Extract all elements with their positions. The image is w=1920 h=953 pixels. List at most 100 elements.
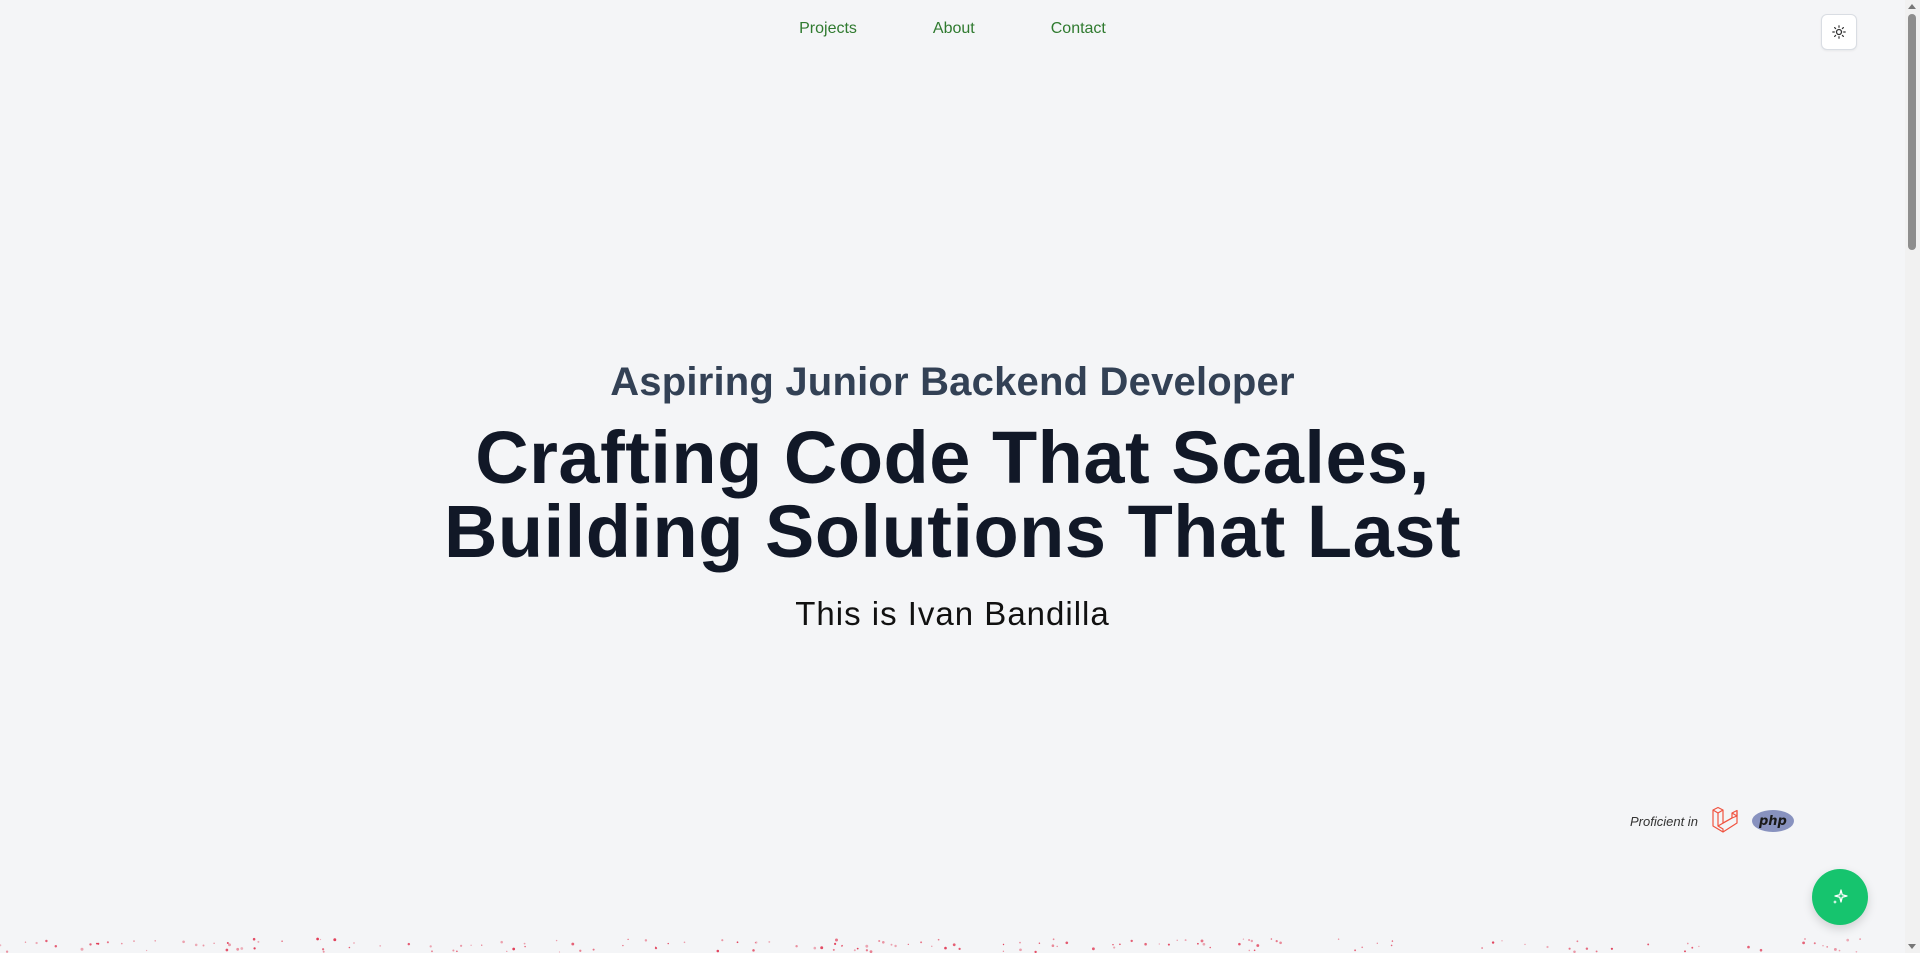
particle-dot (316, 937, 319, 941)
particle-dot (736, 941, 739, 944)
particle-dot (456, 950, 458, 953)
particle-dot (54, 945, 58, 948)
particle-dot (1200, 939, 1204, 943)
particle-dot (654, 947, 658, 950)
particle-dot (907, 943, 909, 946)
particle-dot (1684, 950, 1686, 953)
particle-dot (1546, 945, 1549, 949)
particle-dot (228, 943, 231, 947)
scroll-up-arrow-icon[interactable] (1908, 4, 1916, 9)
particle-dot (1826, 946, 1829, 948)
scroll-thumb[interactable] (1908, 14, 1916, 250)
particle-dot (1197, 942, 1199, 945)
particles-decoration (0, 937, 1861, 953)
particle-dot (952, 943, 956, 947)
particle-dot (894, 944, 897, 948)
particle-dot (45, 939, 48, 943)
sun-icon (1832, 25, 1846, 39)
particle-dot (24, 941, 27, 943)
particle-dot (644, 939, 648, 942)
particle-dot (1202, 942, 1206, 946)
particle-dot (470, 944, 472, 946)
particle-dot (523, 942, 526, 945)
particle-dot (319, 938, 322, 941)
particle-dot (1855, 950, 1858, 953)
particle-dot (1113, 946, 1116, 949)
particle-dot (1279, 941, 1282, 945)
particle-dot (813, 946, 817, 950)
particle-dot (459, 944, 463, 947)
particle-dot (1002, 943, 1005, 946)
particle-dot (1176, 939, 1178, 941)
particle-dot (1647, 943, 1650, 946)
particle-dot (841, 945, 843, 947)
particle-dot (721, 939, 724, 942)
particle-dot (333, 938, 337, 942)
particle-dot (1270, 938, 1273, 940)
particle-dot (1019, 948, 1022, 952)
particle-dot (920, 941, 923, 944)
page-scrollbar[interactable] (1905, 0, 1920, 953)
nav-link-contact[interactable]: Contact (1051, 20, 1106, 38)
particle-dot (1248, 938, 1251, 942)
php-logo-label: php (1758, 813, 1787, 829)
particle-dot (1833, 947, 1837, 951)
particle-dot (795, 945, 798, 948)
particle-dot (768, 940, 771, 943)
particle-dot (944, 946, 947, 950)
particle-dot (1253, 949, 1256, 952)
particle-dot (407, 942, 411, 946)
particle-dot (931, 945, 933, 947)
particle-dot (752, 949, 755, 952)
particle-dot (1391, 940, 1394, 942)
particle-dot (431, 950, 433, 953)
particle-dot (95, 942, 98, 945)
particle-dot (832, 948, 835, 951)
hero-headline: Crafting Code That Scales, Building Solu… (0, 421, 1905, 569)
particle-dot (252, 937, 256, 941)
scroll-down-arrow-icon[interactable] (1908, 944, 1916, 949)
particle-dot (452, 949, 455, 952)
particle-dot (120, 942, 123, 945)
particle-dot (820, 946, 824, 950)
theme-toggle-button[interactable] (1821, 14, 1857, 50)
particle-dot (106, 941, 109, 944)
particle-dot (321, 948, 325, 951)
particle-dot (856, 947, 859, 950)
particle-dot (1242, 938, 1245, 940)
particle-dot (882, 941, 885, 944)
particle-dot (1130, 939, 1133, 943)
particle-dot (622, 944, 624, 947)
particle-dot (1747, 945, 1750, 949)
particle-dot (1481, 947, 1483, 949)
page: Projects About Contact Aspiring Junior B… (0, 0, 1920, 953)
particle-dot (506, 950, 508, 953)
particle-dot (1051, 944, 1055, 947)
particle-dot (1595, 950, 1598, 953)
particle-dot (1275, 940, 1278, 943)
floating-action-button[interactable] (1812, 869, 1868, 925)
particle-dot (667, 942, 669, 945)
particle-dot (1184, 939, 1187, 942)
sparkle-icon (1833, 889, 1848, 904)
php-logo: php (1751, 810, 1794, 832)
particle-dot (1002, 950, 1005, 952)
nav-link-about[interactable]: About (933, 20, 975, 38)
particle-dot (133, 940, 135, 942)
particle-dot (1256, 944, 1260, 947)
particle-dot (1585, 947, 1589, 950)
particle-dot (1802, 941, 1805, 945)
particle-dot (240, 947, 244, 950)
particle-dot (1052, 938, 1055, 941)
particle-dot (1354, 949, 1357, 952)
hero-intro: This is Ivan Bandilla (795, 595, 1110, 632)
particle-dot (1119, 943, 1121, 946)
particle-dot (182, 940, 185, 944)
proficient-label: Proficient in (1630, 813, 1698, 829)
particle-dot (145, 949, 148, 952)
particle-dot (1491, 941, 1495, 944)
nav-link-projects[interactable]: Projects (799, 20, 857, 38)
particle-dot (571, 942, 575, 946)
particle-dot (627, 938, 629, 941)
particle-dot (592, 948, 595, 951)
